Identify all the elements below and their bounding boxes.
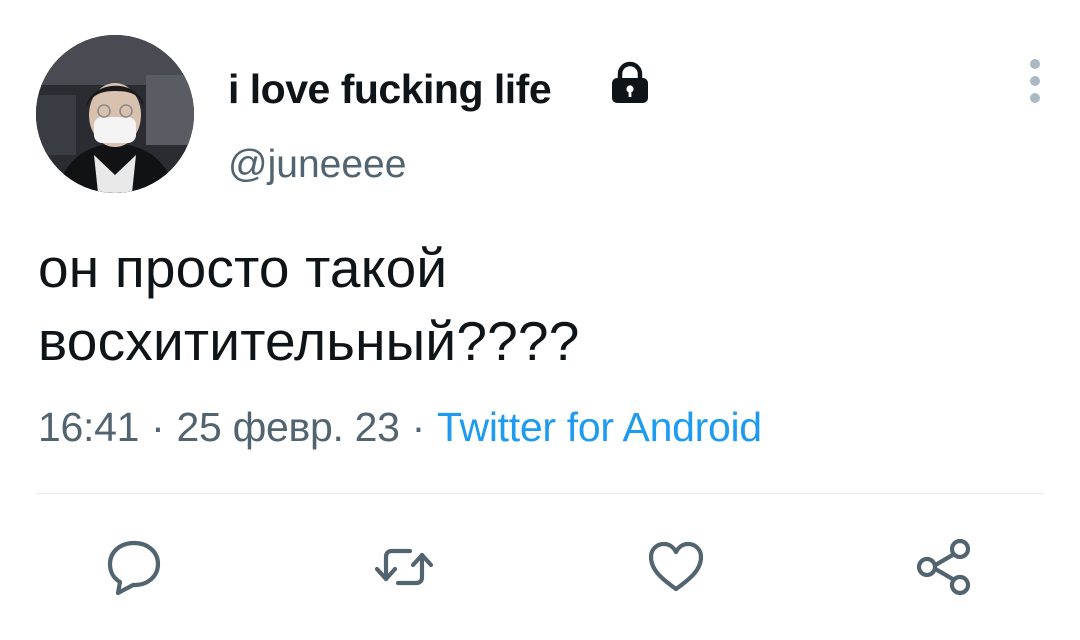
tweet-source-link[interactable]: Twitter for Android xyxy=(437,404,762,450)
display-name[interactable]: i love fucking life xyxy=(228,66,552,113)
tweet-time[interactable]: 16:41 xyxy=(38,404,139,450)
tweet-text-line: он просто такой xyxy=(38,237,448,299)
more-options-icon[interactable] xyxy=(1018,54,1052,114)
lock-icon xyxy=(612,61,648,103)
like-button[interactable] xyxy=(644,535,708,599)
share-nodes-icon xyxy=(916,538,971,596)
tweet-meta: 16:41 · 25 февр. 23 · Twitter for Android xyxy=(38,404,762,451)
speech-bubble-icon xyxy=(107,540,161,596)
meta-separator: · xyxy=(151,404,165,450)
tweet-text: он просто такой восхитительный???? xyxy=(38,232,938,378)
heart-outline-icon xyxy=(648,541,704,592)
share-button[interactable] xyxy=(912,535,976,599)
avatar[interactable] xyxy=(36,35,194,193)
reply-button[interactable] xyxy=(102,535,166,599)
meta-separator: · xyxy=(411,404,426,450)
user-handle[interactable]: @juneeee xyxy=(228,143,406,187)
retweet-arrows-icon xyxy=(374,548,434,586)
tweet-text-line: восхитительный???? xyxy=(38,310,580,372)
retweet-button[interactable] xyxy=(372,535,436,599)
tweet-detail: i love fucking life @juneeee он просто т… xyxy=(0,0,1080,640)
divider xyxy=(36,493,1044,494)
tweet-date[interactable]: 25 февр. 23 xyxy=(176,404,400,450)
avatar-photo xyxy=(36,35,194,193)
